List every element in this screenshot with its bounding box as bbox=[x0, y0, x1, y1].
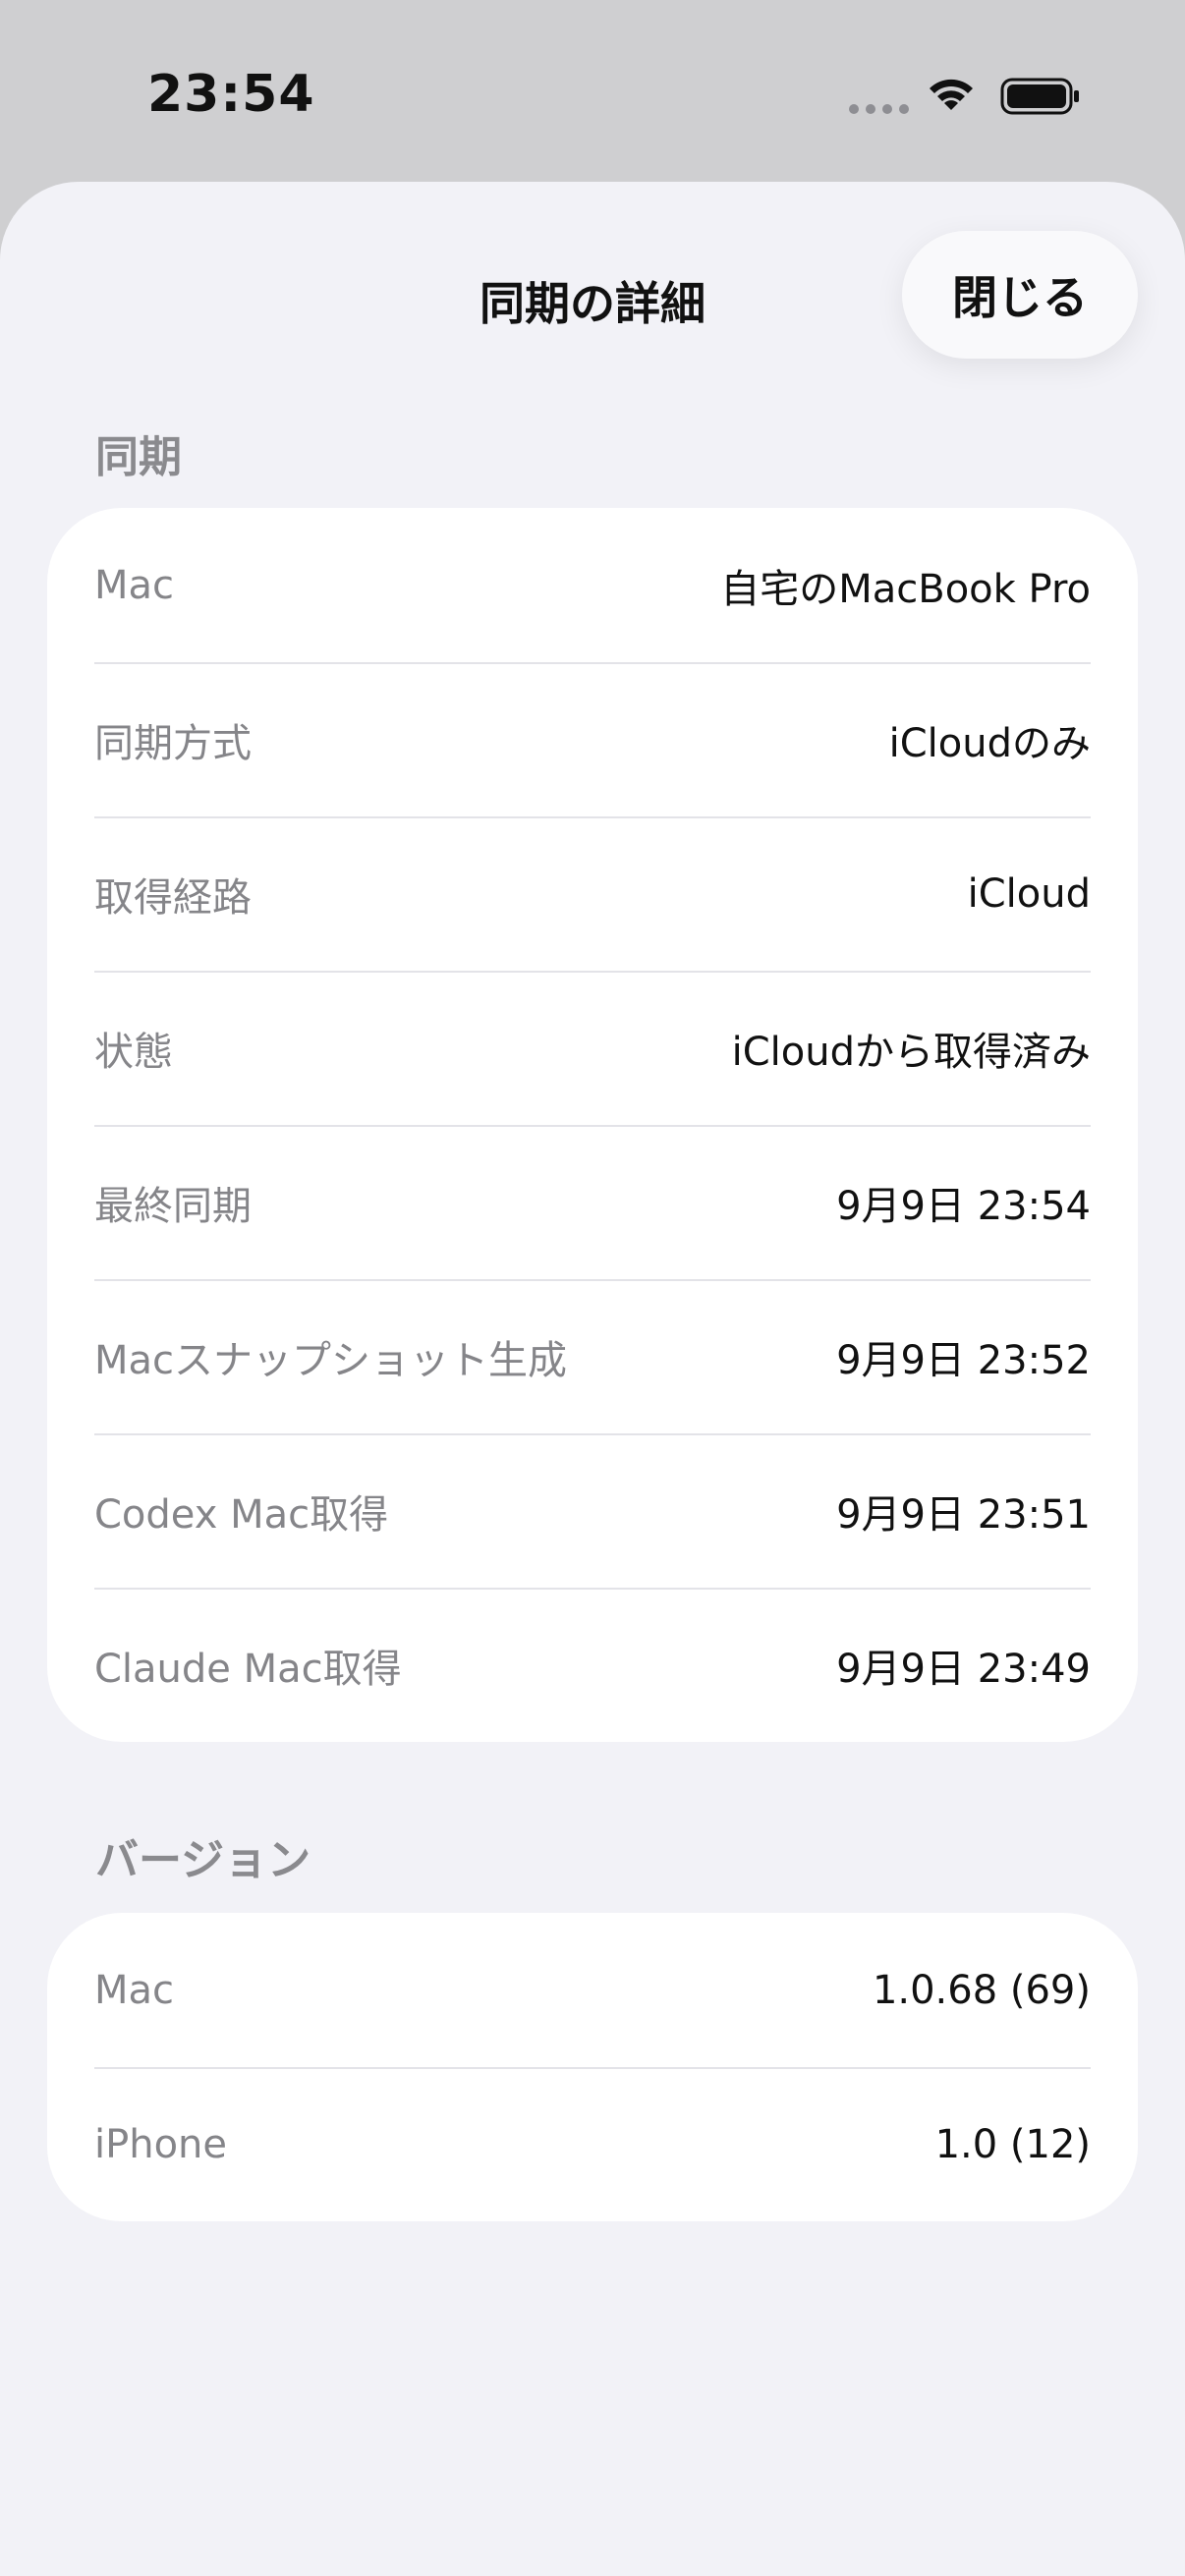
version-row-iphone: iPhone 1.0 (12) bbox=[47, 2067, 1138, 2221]
row-label: 最終同期 bbox=[94, 1183, 252, 1229]
info-row-mac-snapshot: Macスナップショット生成 9月9日 23:52 bbox=[47, 1279, 1138, 1433]
row-value: iCloud bbox=[967, 870, 1091, 917]
row-value: 9月9日 23:54 bbox=[836, 1183, 1091, 1229]
battery-icon bbox=[1000, 78, 1079, 115]
row-value: iCloudのみ bbox=[888, 720, 1091, 766]
info-row-sync-method: 同期方式 iCloudのみ bbox=[47, 662, 1138, 816]
status-time: 23:54 bbox=[147, 65, 315, 124]
row-label: Codex Mac取得 bbox=[94, 1491, 389, 1538]
info-row-last-sync: 最終同期 9月9日 23:54 bbox=[47, 1125, 1138, 1279]
version-row-mac: Mac 1.0.68 (69) bbox=[47, 1913, 1138, 2067]
sync-details-sheet: 同期の詳細 閉じる 同期 Mac 自宅のMacBook Pro 同期方式 iCl… bbox=[0, 182, 1185, 2576]
info-row-mac: Mac 自宅のMacBook Pro bbox=[47, 508, 1138, 662]
info-row-codex-mac-fetch: Codex Mac取得 9月9日 23:51 bbox=[47, 1433, 1138, 1588]
info-row-fetch-route: 取得経路 iCloud bbox=[47, 816, 1138, 971]
cellular-signal-icon bbox=[849, 104, 909, 114]
row-value: iCloudから取得済み bbox=[731, 1029, 1091, 1075]
row-value: 9月9日 23:52 bbox=[836, 1337, 1091, 1383]
row-label: iPhone bbox=[94, 2121, 228, 2167]
row-label: 同期方式 bbox=[94, 720, 252, 766]
row-label: Macスナップショット生成 bbox=[94, 1337, 568, 1383]
info-row-claude-mac-fetch: Claude Mac取得 9月9日 23:49 bbox=[47, 1588, 1138, 1742]
section-header-version: バージョン bbox=[95, 1835, 311, 1885]
row-label: 状態 bbox=[94, 1029, 173, 1075]
info-row-status: 状態 iCloudから取得済み bbox=[47, 971, 1138, 1125]
row-label: Claude Mac取得 bbox=[94, 1646, 402, 1692]
row-label: 取得経路 bbox=[94, 874, 252, 921]
row-value: 1.0.68 (69) bbox=[872, 1967, 1091, 2013]
row-value: 自宅のMacBook Pro bbox=[720, 566, 1091, 612]
wifi-icon bbox=[930, 79, 973, 110]
row-label: Mac bbox=[94, 1967, 175, 2013]
row-value: 9月9日 23:51 bbox=[836, 1491, 1091, 1538]
status-bar: 23:54 bbox=[0, 0, 1185, 182]
section-header-sync: 同期 bbox=[95, 432, 182, 482]
row-value: 9月9日 23:49 bbox=[836, 1646, 1091, 1692]
row-label: Mac bbox=[94, 562, 175, 608]
sync-info-card: Mac 自宅のMacBook Pro 同期方式 iCloudのみ 取得経路 iC… bbox=[47, 508, 1138, 1742]
row-value: 1.0 (12) bbox=[934, 2121, 1091, 2167]
close-button[interactable]: 閉じる bbox=[902, 231, 1138, 359]
version-info-card: Mac 1.0.68 (69) iPhone 1.0 (12) bbox=[47, 1913, 1138, 2221]
